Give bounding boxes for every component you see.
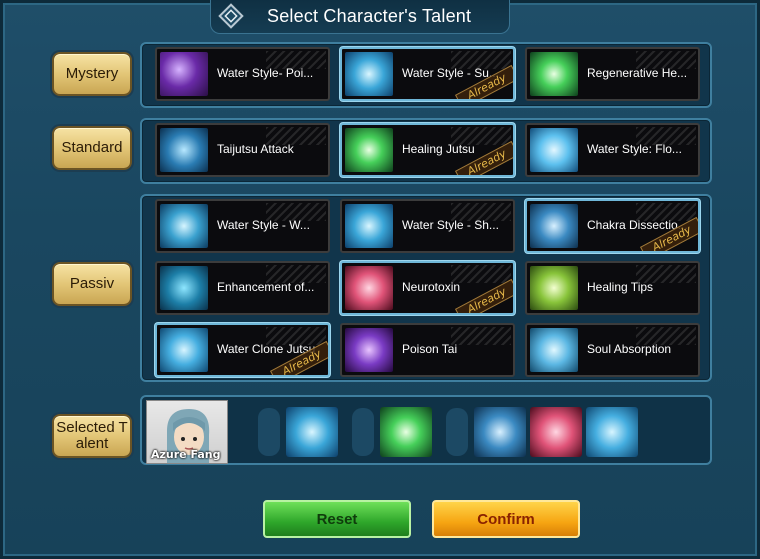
green-orb-icon[interactable]	[380, 407, 432, 457]
talent-card[interactable]: Healing Jutsu Already	[340, 123, 515, 177]
talent-card[interactable]: Chakra Dissectio... Already	[525, 199, 700, 253]
soul-hand-icon	[530, 328, 578, 372]
talent-name: Water Style: Flo...	[587, 142, 682, 156]
talent-name: Regenerative He...	[587, 66, 688, 80]
talent-card[interactable]: Soul Absorption	[525, 323, 700, 377]
slot-bracket	[446, 408, 468, 456]
talent-name: Soul Absorption	[587, 342, 672, 356]
character-avatar[interactable]: Azure Fang	[146, 400, 228, 464]
purple-swirl-icon	[160, 52, 208, 96]
talent-name: Water Style - W...	[217, 218, 310, 232]
character-name: Azure Fang	[151, 448, 221, 461]
water-shark-icon	[345, 52, 393, 96]
glove-hand-icon[interactable]	[474, 407, 526, 457]
talent-name: Taijutsu Attack	[217, 142, 294, 156]
talent-card[interactable]: Water Clone Jutsu Already	[155, 323, 330, 377]
fist-icon	[160, 128, 208, 172]
talent-card[interactable]: Enhancement of...	[155, 261, 330, 315]
talent-card[interactable]: Water Style - Su... Already	[340, 47, 515, 101]
talent-diamond-icon	[218, 3, 244, 29]
talent-card[interactable]: Taijutsu Attack	[155, 123, 330, 177]
water-shark-icon[interactable]	[286, 407, 338, 457]
category-selected-talent: Selected T alent	[52, 414, 132, 458]
reset-button[interactable]: Reset	[263, 500, 411, 538]
talent-name: Healing Tips	[587, 280, 654, 294]
water-clone-icon[interactable]	[586, 407, 638, 457]
category-standard[interactable]: Standard	[52, 126, 132, 170]
window-title: Select Character's Talent	[267, 6, 472, 26]
category-passive[interactable]: Passiv	[52, 262, 132, 306]
talent-card[interactable]: Healing Tips	[525, 261, 700, 315]
water-clone-icon	[160, 328, 208, 372]
talent-name: Enhancement of...	[217, 280, 315, 294]
talent-name: Water Style- Poi...	[217, 66, 314, 80]
brain-icon[interactable]	[530, 407, 582, 457]
category-mystery[interactable]: Mystery	[52, 52, 132, 96]
green-orb-icon	[345, 128, 393, 172]
talent-card[interactable]: Regenerative He...	[525, 47, 700, 101]
talent-name: Poison Tai	[402, 342, 458, 356]
poison-blade-icon	[345, 328, 393, 372]
brain-icon	[345, 266, 393, 310]
water-kanji-icon	[160, 266, 208, 310]
talent-card[interactable]: Water Style: Flo...	[525, 123, 700, 177]
slot-bracket	[258, 408, 280, 456]
water-dragon-icon	[160, 204, 208, 248]
glove-hand-icon	[530, 204, 578, 248]
talent-card[interactable]: Poison Tai	[340, 323, 515, 377]
confirm-button[interactable]: Confirm	[432, 500, 580, 538]
talent-card[interactable]: Water Style - W...	[155, 199, 330, 253]
talent-card[interactable]: Water Style- Poi...	[155, 47, 330, 101]
talent-card[interactable]: Water Style - Sh...	[340, 199, 515, 253]
water-vortex-icon	[530, 128, 578, 172]
green-orb-icon	[530, 52, 578, 96]
slot-bracket	[352, 408, 374, 456]
talent-card[interactable]: Neurotoxin Already	[340, 261, 515, 315]
water-shark-icon	[345, 204, 393, 248]
herb-hand-icon	[530, 266, 578, 310]
talent-name: Water Style - Sh...	[402, 218, 499, 232]
